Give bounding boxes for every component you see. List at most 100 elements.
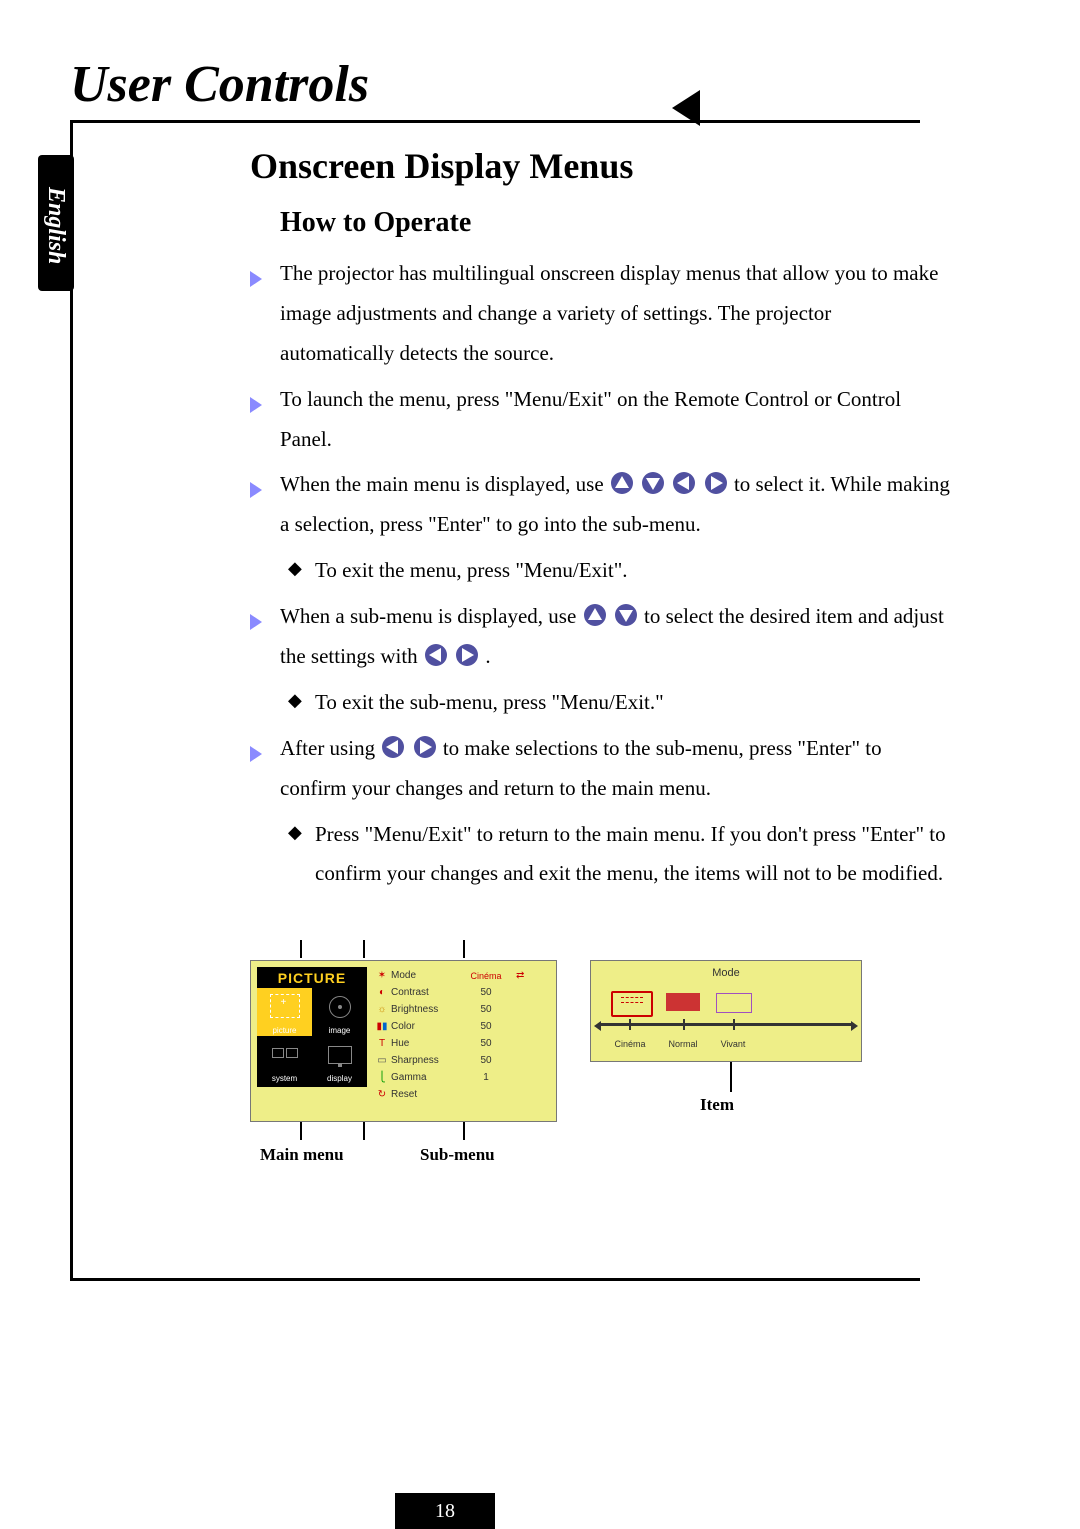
osd-row: ◐Contrast50: [373, 984, 551, 1001]
bullet-diamond-icon: ◆: [288, 551, 302, 585]
osd-row-label: Hue: [391, 1038, 456, 1049]
list-item: The projector has multilingual onscreen …: [250, 254, 950, 374]
subsection-heading: How to Operate: [280, 207, 950, 239]
osd-row: ▭Sharpness50: [373, 1052, 551, 1069]
list-item: When the main menu is displayed, use to …: [250, 465, 950, 545]
osd-row: ▮▮Color50: [373, 1018, 551, 1035]
up-key-icon: [583, 603, 607, 627]
osd-tab-label: image: [312, 1026, 367, 1035]
osd-main-menu: PICTURE picture image system display ✶Mo…: [250, 960, 557, 1122]
page-number-badge: 18: [395, 1493, 495, 1529]
hue-icon: T: [373, 1038, 391, 1049]
option-label: Vivant: [713, 1039, 753, 1049]
list-text: To exit the sub-menu, press "Menu/Exit.": [315, 690, 664, 714]
figure-caption-main: Main menu: [260, 1145, 344, 1165]
callout-tick: [463, 1122, 465, 1140]
rule-bottom: [70, 1278, 920, 1281]
mode-icon: ✶: [373, 970, 391, 981]
osd-tab-label: system: [257, 1074, 312, 1083]
osd-row: THue50: [373, 1035, 551, 1052]
osd-row-label: Brightness: [391, 1004, 456, 1015]
list-text: .: [485, 644, 490, 668]
callout-tick: [300, 1122, 302, 1140]
option-vivant-icon: [716, 993, 752, 1013]
slider-tick: [629, 1019, 631, 1030]
sub-list-item: ◆ Press "Menu/Exit" to return to the mai…: [250, 815, 950, 895]
arrow-left-icon: [594, 1021, 601, 1031]
osd-tab-label: display: [312, 1074, 367, 1083]
list-item: To launch the menu, press "Menu/Exit" on…: [250, 380, 950, 460]
list-item: After using to make selections to the su…: [250, 729, 950, 809]
up-key-icon: [610, 471, 634, 495]
down-key-icon: [614, 603, 638, 627]
option-normal-icon: [666, 993, 700, 1011]
option-label: Normal: [663, 1039, 703, 1049]
osd-tab-system: system: [257, 1036, 312, 1084]
osd-row-value: 50: [456, 1038, 516, 1049]
contrast-icon: ◐: [373, 987, 391, 998]
right-key-icon: [413, 735, 437, 759]
slider-tick: [733, 1019, 735, 1030]
list-text: After using: [280, 736, 380, 760]
bullet-arrow-icon: [250, 604, 262, 644]
sub-list-item: ◆ To exit the menu, press "Menu/Exit".: [250, 551, 950, 591]
osd-row-value: 50: [456, 1055, 516, 1066]
osd-row-value: 50: [456, 1021, 516, 1032]
osd-row-value: 1: [456, 1072, 516, 1083]
osd-row-label: Reset: [391, 1089, 456, 1100]
osd-row-label: Sharpness: [391, 1055, 456, 1066]
instruction-list: The projector has multilingual onscreen …: [250, 254, 950, 894]
rule-top: [70, 120, 920, 123]
osd-row-value: Cinéma: [456, 971, 516, 981]
osd-row-label: Mode: [391, 970, 456, 981]
osd-item-selector: Mode Cinéma Normal Vivant: [590, 960, 862, 1062]
osd-item-title: Mode: [591, 961, 861, 979]
right-key-icon: [704, 471, 728, 495]
bullet-arrow-icon: [250, 472, 262, 512]
osd-row-value: 50: [456, 1004, 516, 1015]
osd-row-label: Gamma: [391, 1072, 456, 1083]
figure-caption-item: Item: [700, 1095, 734, 1115]
osd-tab-label: picture: [257, 1026, 312, 1035]
list-item: When a sub-menu is displayed, use to sel…: [250, 597, 950, 677]
reset-icon: ↻: [373, 1089, 391, 1100]
callout-tick: [730, 1062, 732, 1092]
slider-track: [601, 1023, 851, 1026]
list-text: The projector has multilingual onscreen …: [280, 261, 938, 365]
bullet-arrow-icon: [250, 387, 262, 427]
osd-row: ✶ModeCinéma ⇄: [373, 967, 551, 984]
option-cinema-icon: [611, 991, 653, 1017]
bullet-diamond-icon: ◆: [288, 815, 302, 849]
osd-settings-list: ✶ModeCinéma ⇄ ◐Contrast50 ☼Brightness50 …: [373, 967, 551, 1103]
arrow-right-icon: [851, 1021, 858, 1031]
bullet-arrow-icon: [250, 261, 262, 301]
left-key-icon: [381, 735, 405, 759]
osd-category-panel: PICTURE picture image system display: [257, 967, 367, 1087]
osd-row-label: Color: [391, 1021, 456, 1032]
color-icon: ▮▮: [373, 1021, 391, 1032]
sub-list-item: ◆ To exit the sub-menu, press "Menu/Exit…: [250, 683, 950, 723]
list-text: Press "Menu/Exit" to return to the main …: [315, 822, 946, 886]
osd-row: ⎩Gamma1: [373, 1069, 551, 1086]
brightness-icon: ☼: [373, 1004, 391, 1015]
page-title: User Controls: [70, 55, 369, 114]
gamma-icon: ⎩: [373, 1072, 391, 1083]
language-tab: English: [38, 155, 74, 291]
callout-tick: [463, 940, 465, 958]
down-key-icon: [641, 471, 665, 495]
osd-row: ☼Brightness50: [373, 1001, 551, 1018]
figure-caption-sub: Sub-menu: [420, 1145, 495, 1165]
bullet-diamond-icon: ◆: [288, 683, 302, 717]
section-heading: Onscreen Display Menus: [250, 145, 950, 187]
callout-tick: [363, 1122, 365, 1140]
rule-left: [70, 120, 73, 1280]
left-key-icon: [424, 643, 448, 667]
list-text: When a sub-menu is displayed, use: [280, 604, 582, 628]
list-text: When the main menu is displayed, use: [280, 472, 609, 496]
osd-row: ↻Reset: [373, 1086, 551, 1103]
left-key-icon: [672, 471, 696, 495]
osd-tab-picture: picture: [257, 988, 312, 1036]
sharpness-icon: ▭: [373, 1055, 391, 1066]
slider-tick: [683, 1019, 685, 1030]
osd-row-label: Contrast: [391, 987, 456, 998]
